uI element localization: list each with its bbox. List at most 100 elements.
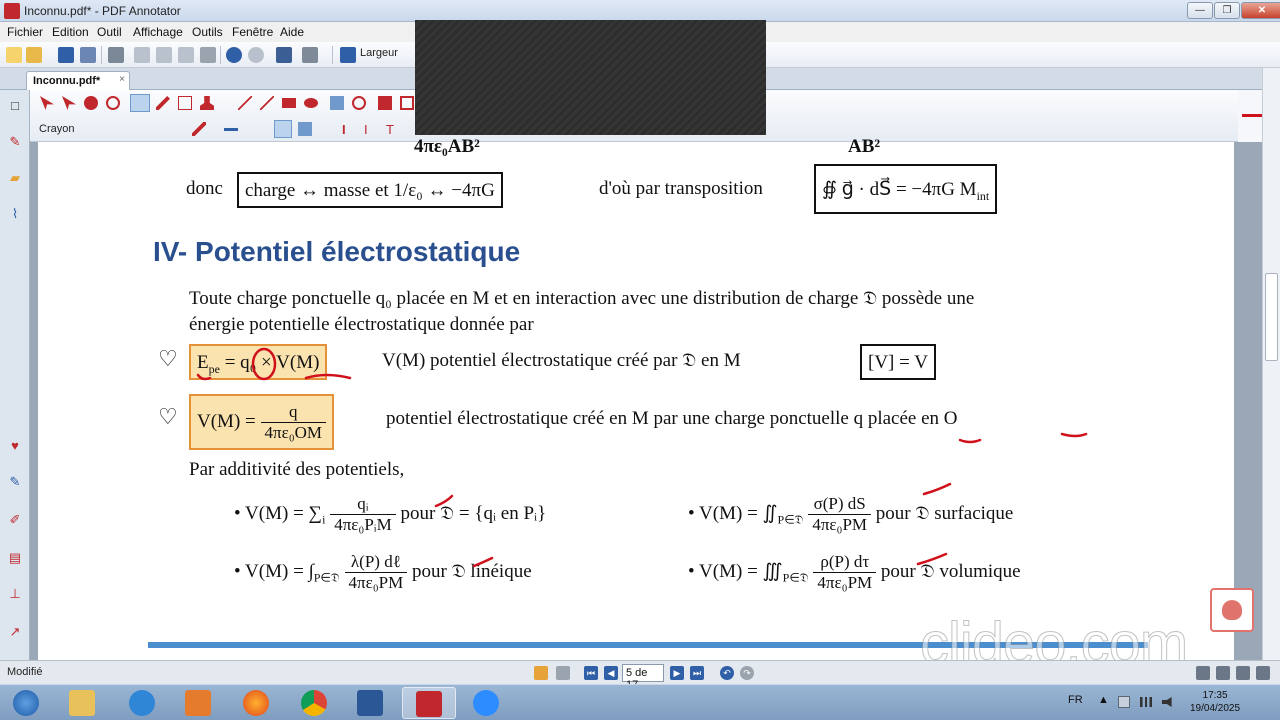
page-number-field[interactable]: 5 de 17	[622, 664, 664, 691]
menu-fichier[interactable]: Fichier	[7, 25, 43, 39]
attachment-icon[interactable]: ⌇	[7, 206, 23, 222]
arrow-tool-icon[interactable]: ↗	[7, 624, 23, 640]
zoom-out-icon[interactable]	[340, 47, 356, 63]
marker-icon[interactable]: ✐	[7, 512, 23, 528]
volume-icon[interactable]	[1162, 697, 1172, 707]
menu-edition[interactable]: Edition	[52, 25, 89, 39]
current-tool-label: Crayon	[39, 123, 75, 135]
save-as-icon[interactable]	[80, 47, 96, 63]
grid-view-icon[interactable]	[1256, 666, 1270, 680]
clock-time: 17:35	[1202, 690, 1228, 701]
continuous-view-icon[interactable]	[1236, 666, 1250, 680]
favorites-heart-icon[interactable]: ♥	[7, 438, 23, 454]
tray-expand-icon[interactable]: ▲	[1098, 694, 1109, 706]
stamp-icon[interactable]: ⊥	[7, 586, 23, 602]
history-forward-icon[interactable]	[556, 666, 570, 680]
minimize-button[interactable]: —	[1187, 2, 1213, 19]
taskbar-ie[interactable]	[116, 687, 170, 719]
stamp-tool-icon[interactable]	[200, 96, 214, 110]
camera-icon[interactable]	[378, 96, 392, 110]
save-icon[interactable]	[58, 47, 74, 63]
restore-button[interactable]: ❐	[1214, 2, 1240, 19]
single-page-view-icon[interactable]	[1196, 666, 1210, 680]
text-tool-icon-2[interactable]: I	[364, 122, 378, 137]
hand-tool-icon[interactable]	[84, 96, 98, 110]
open-folder-icon[interactable]	[26, 47, 42, 63]
taskbar-zoom[interactable]	[460, 687, 514, 719]
bullet-discrete-sub: i	[322, 512, 326, 527]
taskbar-explorer[interactable]	[56, 687, 110, 719]
close-button[interactable]: ✕	[1241, 2, 1280, 19]
text-tool-icon-1[interactable]: I	[342, 122, 356, 137]
redo-icon[interactable]	[248, 47, 264, 63]
ellipse-tool-icon[interactable]	[304, 98, 318, 108]
pen-color-icon[interactable]	[192, 122, 206, 136]
marker-tool-icon[interactable]	[156, 96, 170, 110]
cut-icon[interactable]	[134, 47, 150, 63]
crop-icon[interactable]	[400, 96, 414, 110]
zoom-tool-icon[interactable]	[106, 96, 120, 110]
line-tool-icon[interactable]	[238, 96, 252, 110]
pen-tool-icon[interactable]: ✎	[7, 134, 23, 150]
page-thumbnail-icon[interactable]: □	[7, 98, 23, 114]
lasso-icon[interactable]	[352, 96, 366, 110]
find-icon[interactable]	[276, 47, 292, 63]
tab-close-icon[interactable]: ×	[119, 74, 125, 85]
snap-icon[interactable]	[298, 122, 312, 136]
folder-icon[interactable]: ▰	[7, 170, 23, 186]
scrollbar-thumb[interactable]	[1265, 273, 1278, 361]
delete-icon[interactable]	[200, 47, 216, 63]
line-width-icon[interactable]	[224, 128, 238, 131]
menu-outil[interactable]: Outil	[97, 25, 122, 39]
taskbar-firefox[interactable]	[230, 687, 284, 719]
two-page-view-icon[interactable]	[1216, 666, 1230, 680]
taskbar-chrome[interactable]	[288, 687, 342, 719]
signal-icon[interactable]	[1140, 697, 1152, 707]
network-error-icon[interactable]	[1118, 696, 1130, 708]
taskbar-media[interactable]	[172, 687, 226, 719]
undo-icon[interactable]	[226, 47, 242, 63]
copy-icon[interactable]	[156, 47, 172, 63]
touch-hand-button[interactable]	[1210, 588, 1254, 632]
menu-fenetre[interactable]: Fenêtre	[232, 25, 273, 39]
first-page-button[interactable]: ⏮	[584, 666, 598, 680]
menu-aide[interactable]: Aide	[280, 25, 304, 39]
smooth-stroke-icon[interactable]	[274, 120, 292, 138]
history-back-icon[interactable]	[534, 666, 548, 680]
text-box-icon[interactable]	[178, 96, 192, 110]
text-tool-icon-3[interactable]: T	[386, 122, 400, 137]
select-arrow-icon[interactable]	[40, 96, 54, 110]
language-indicator[interactable]: FR	[1068, 694, 1083, 706]
tab-inconnu-pdf[interactable]: Inconnu.pdf* ×	[26, 71, 130, 90]
stamp-list-icon[interactable]: ▤	[7, 550, 23, 566]
taskbar-word[interactable]	[344, 687, 398, 719]
next-page-button[interactable]: ▶	[670, 666, 684, 680]
go-forward-icon[interactable]: ↷	[740, 666, 754, 680]
menu-outils[interactable]: Outils	[192, 25, 223, 39]
go-back-icon[interactable]: ↶	[720, 666, 734, 680]
pen-selected-icon[interactable]	[130, 94, 150, 112]
new-document-icon[interactable]	[6, 47, 22, 63]
vm-denominator: 4πε₀OM	[264, 423, 323, 442]
system-clock[interactable]: 17:35 19/04/2025	[1190, 689, 1240, 715]
bullet-linear-desc: pour 𝔇 linéique	[412, 560, 532, 582]
zoom-width-button[interactable]: Largeur	[360, 47, 398, 59]
highlighter-icon[interactable]: ✎	[7, 474, 23, 490]
start-button[interactable]	[0, 687, 52, 719]
text-select-icon[interactable]	[62, 96, 76, 110]
bullet-surface-desc: pour 𝔇 surfacique	[875, 502, 1014, 524]
print-icon[interactable]	[108, 47, 124, 63]
vertical-scrollbar[interactable]	[1262, 68, 1280, 660]
rectangle-tool-icon[interactable]	[282, 98, 296, 108]
arrow-line-icon[interactable]	[260, 96, 274, 110]
last-page-button[interactable]: ⏭	[690, 666, 704, 680]
view-options-icon[interactable]	[302, 47, 318, 63]
internet-explorer-icon	[129, 690, 155, 716]
eraser-icon[interactable]	[330, 96, 344, 110]
paste-icon[interactable]	[178, 47, 194, 63]
windows-taskbar: FR ▲ 17:35 19/04/2025	[0, 684, 1280, 720]
menu-affichage[interactable]: Affichage	[133, 25, 183, 39]
bullet-volume-den: 4πε₀PM	[817, 573, 873, 592]
previous-page-button[interactable]: ◀	[604, 666, 618, 680]
taskbar-pdf-annotator[interactable]	[402, 687, 456, 719]
